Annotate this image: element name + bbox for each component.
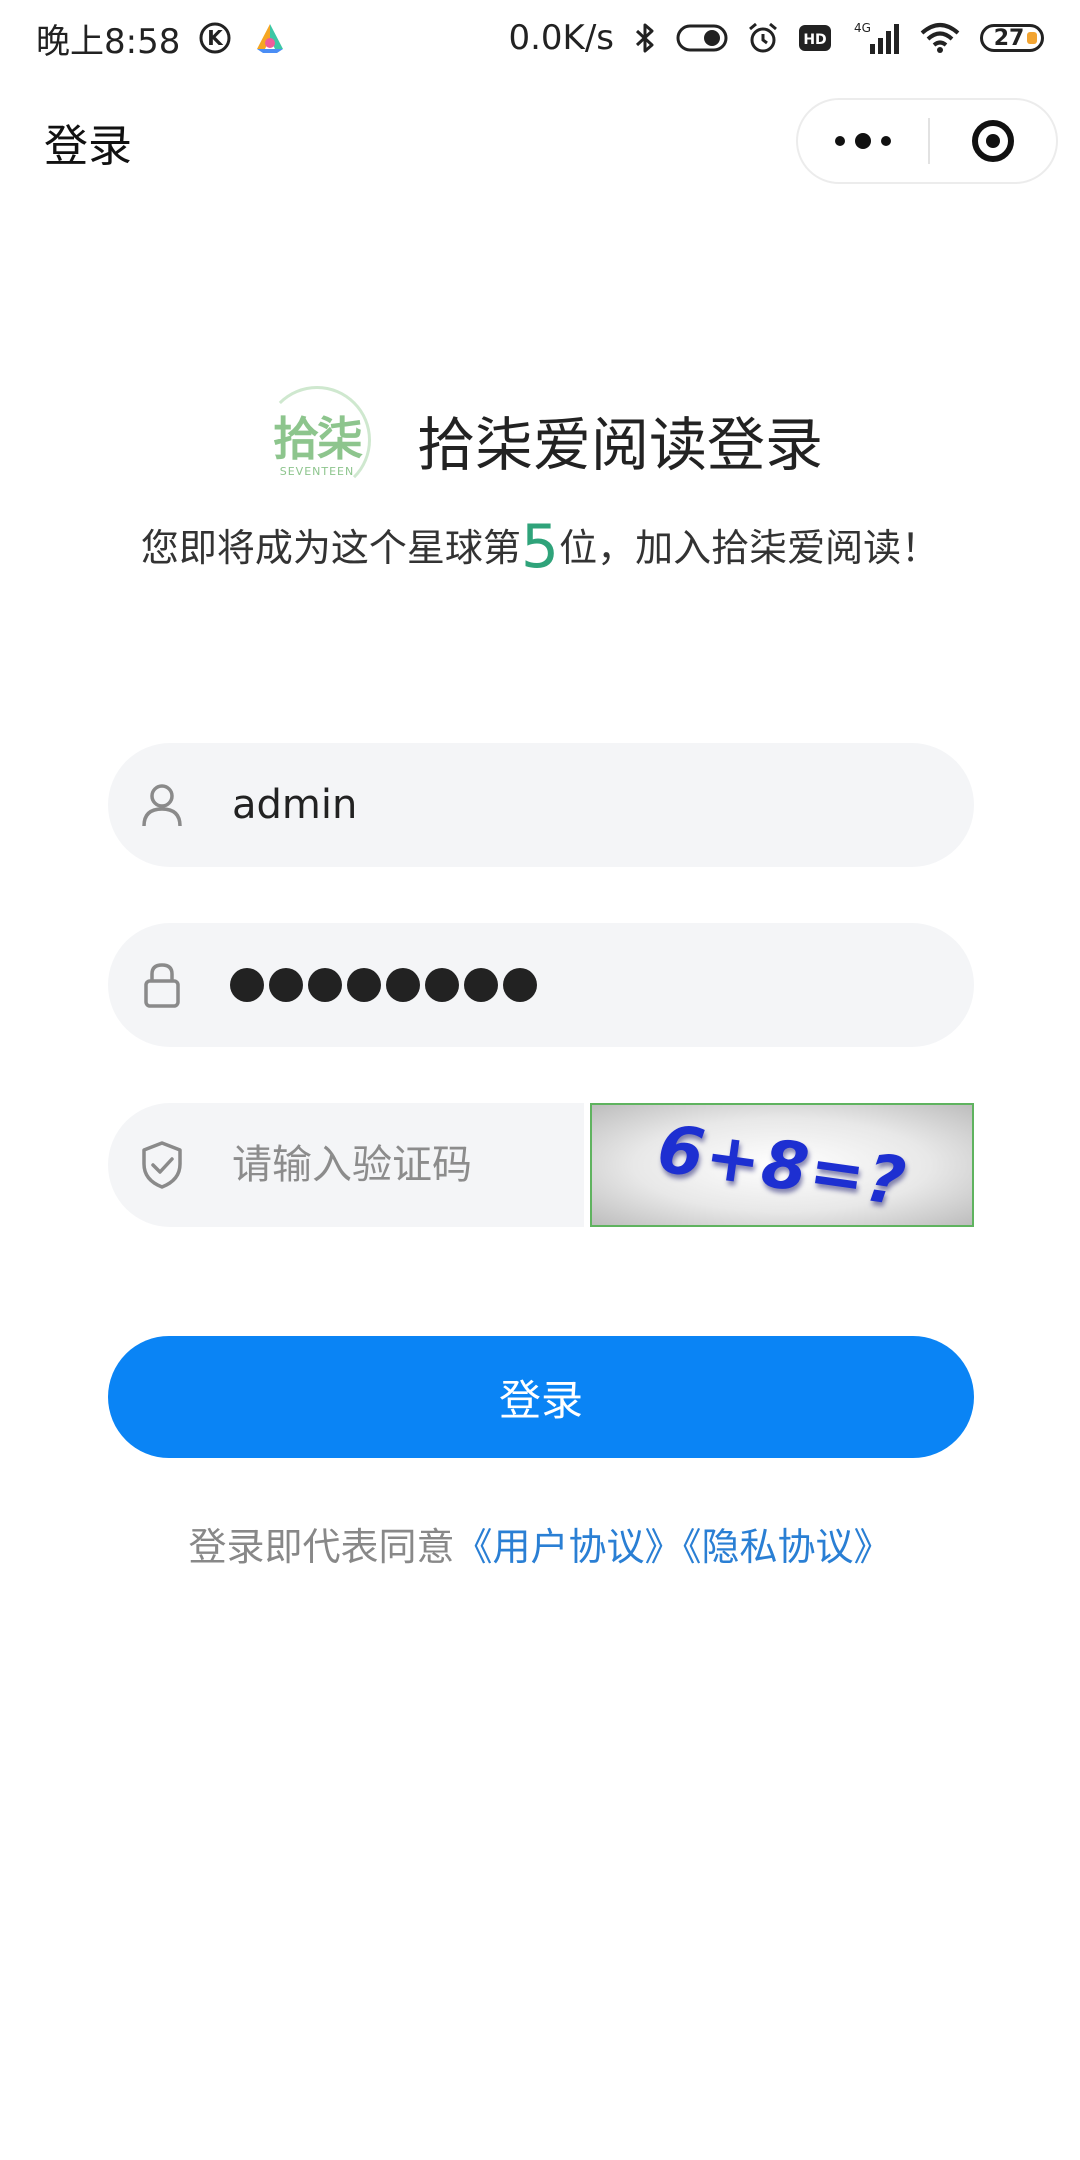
brand-header: 拾柒 SEVENTEEN 拾柒爱阅读登录 <box>0 380 1080 500</box>
battery-icon: 27 <box>980 24 1044 52</box>
agreement-notice: 登录即代表同意《用户协议》《隐私协议》 <box>0 1516 1080 1571</box>
password-field[interactable] <box>108 923 974 1047</box>
password-dot <box>308 968 342 1002</box>
status-left: 晚上8:58 K <box>36 14 290 63</box>
bluetooth-icon <box>632 21 658 55</box>
signal-icon: 4G <box>850 20 900 56</box>
status-time: 晚上8:58 <box>36 21 181 62</box>
password-dot <box>464 968 498 1002</box>
tagline-prefix: 您即将成为这个星球第 <box>140 526 521 570</box>
user-agreement-link[interactable]: 《用户协议》 <box>454 1525 682 1569</box>
toggle-icon <box>676 23 728 53</box>
wifi-icon <box>918 21 962 55</box>
password-dot <box>230 968 264 1002</box>
alarm-icon <box>746 21 780 55</box>
status-bar: 晚上8:58 K 0.0K/s HD 4G 27 <box>0 0 1080 76</box>
tagline-suffix: 位，加入拾柒爱阅读！ <box>559 526 940 570</box>
captcha-text: 6+8=? <box>652 1109 912 1221</box>
more-dot-icon <box>835 136 845 146</box>
shield-check-icon <box>138 1141 186 1189</box>
password-dot <box>425 968 459 1002</box>
k-circle-icon: K <box>198 21 232 55</box>
privacy-policy-link[interactable]: 《隐私协议》 <box>683 1525 892 1569</box>
svg-text:K: K <box>208 26 225 50</box>
status-right: 0.0K/s HD 4G 27 <box>508 18 1044 58</box>
close-mini-program-button[interactable] <box>930 100 1056 182</box>
app-logo: 拾柒 SEVENTEEN <box>257 380 377 500</box>
page-title: 登录 <box>44 121 132 172</box>
password-dot <box>347 968 381 1002</box>
logo-arc <box>262 386 371 494</box>
captcha-image[interactable]: 6+8=? <box>590 1103 974 1227</box>
target-icon <box>972 120 1014 162</box>
network-speed: 0.0K/s <box>508 18 614 58</box>
battery-level: 27 <box>993 25 1025 51</box>
login-heading: 拾柒爱阅读登录 <box>416 411 823 479</box>
password-dot <box>269 968 303 1002</box>
username-input[interactable] <box>230 769 944 841</box>
nav-bar: 登录 <box>0 90 1080 200</box>
hd-label: HD <box>803 32 826 48</box>
user-icon <box>138 781 186 829</box>
password-dot <box>386 968 420 1002</box>
captcha-field[interactable] <box>108 1103 584 1227</box>
tagline: 您即将成为这个星球第5位，加入拾柒爱阅读！ <box>0 512 1080 582</box>
more-dot-icon <box>881 136 891 146</box>
lock-icon <box>138 961 186 1009</box>
password-dot <box>503 968 537 1002</box>
login-button[interactable]: 登录 <box>108 1336 974 1458</box>
more-dot-icon <box>855 133 871 149</box>
username-field[interactable] <box>108 743 974 867</box>
captcha-input[interactable] <box>230 1129 554 1201</box>
member-number: 5 <box>520 512 560 582</box>
agreement-prefix: 登录即代表同意 <box>188 1525 455 1569</box>
hd-icon: HD <box>798 23 832 53</box>
more-options-button[interactable] <box>798 100 928 182</box>
mini-program-capsule <box>796 98 1058 184</box>
password-input[interactable] <box>230 968 537 1002</box>
signal-label: 4G <box>854 21 871 35</box>
app-logo-icon <box>250 21 290 55</box>
